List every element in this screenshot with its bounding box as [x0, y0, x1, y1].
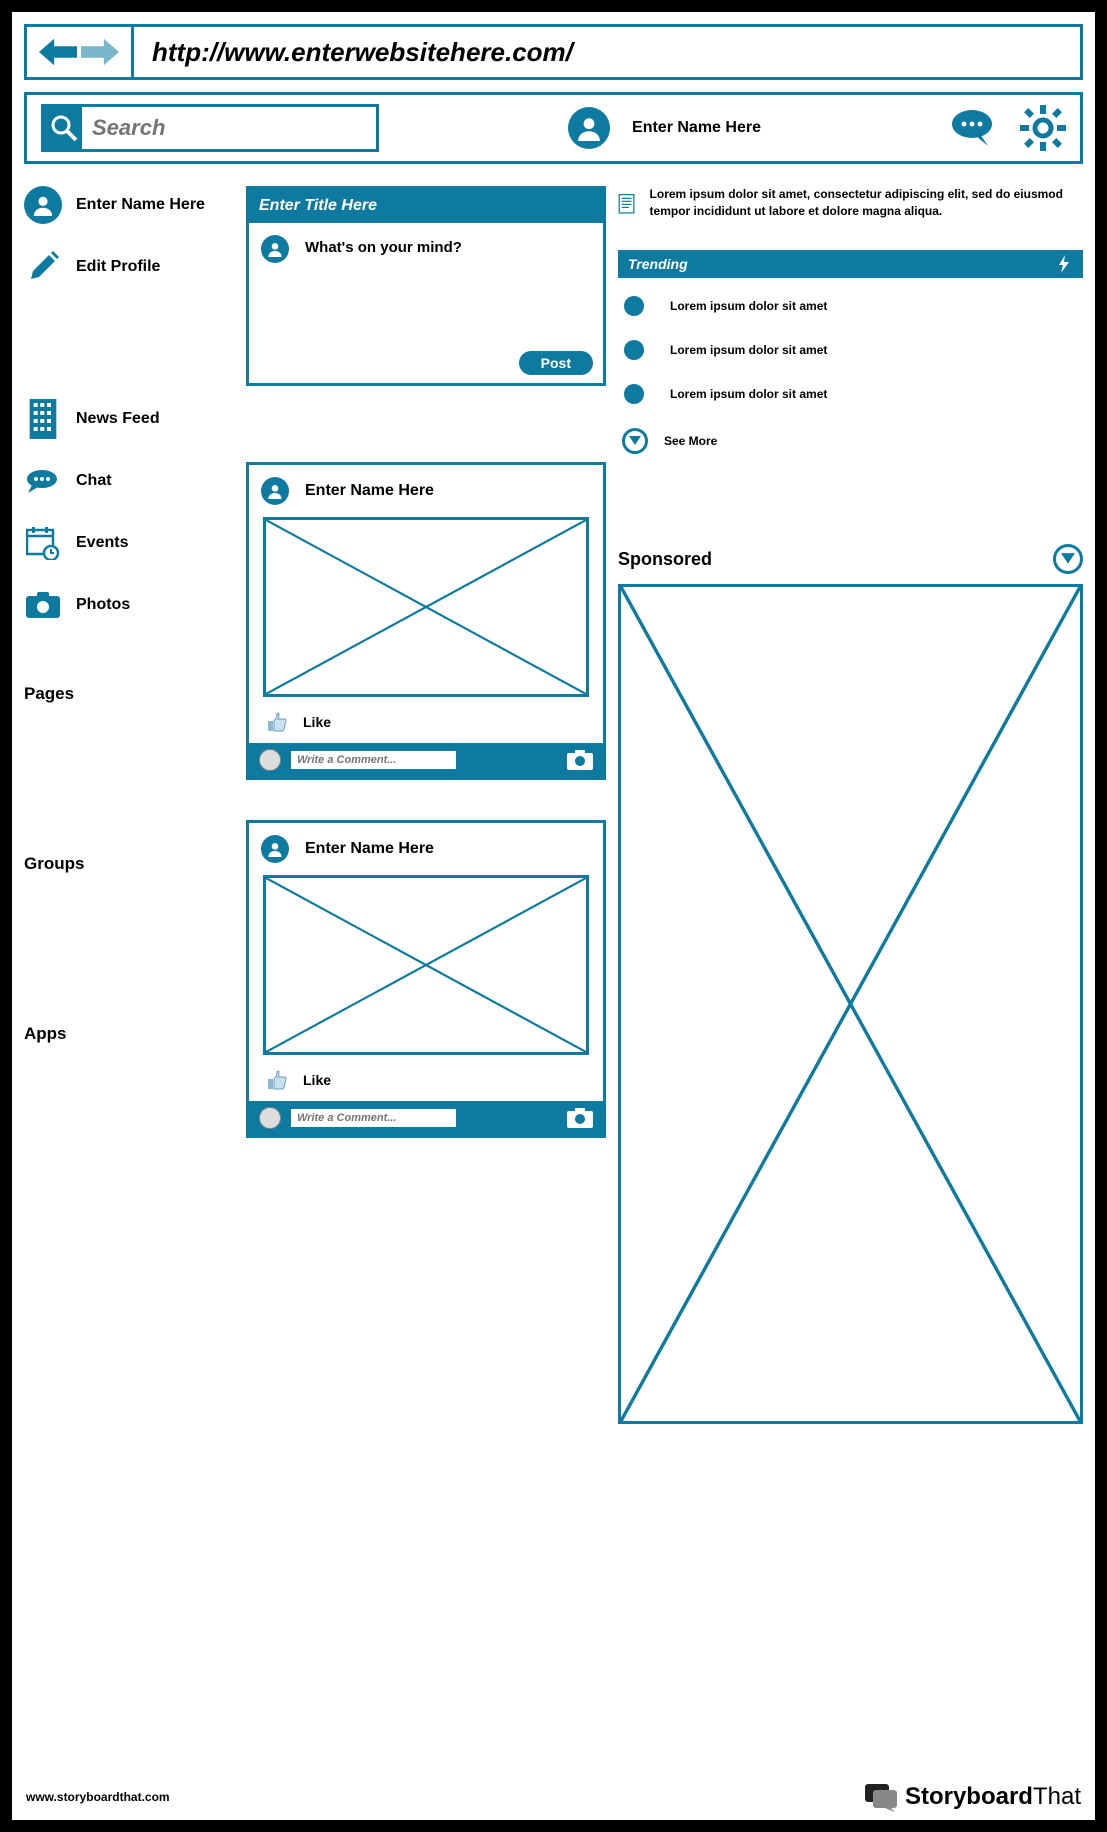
sidebar-newsfeed[interactable]: News Feed: [24, 400, 234, 438]
calendar-icon: [24, 524, 62, 562]
search-icon[interactable]: [49, 113, 79, 143]
compose-avatar-icon: [261, 235, 289, 263]
building-icon: [24, 400, 62, 438]
compose-placeholder[interactable]: What's on your mind?: [305, 239, 462, 256]
dot-icon: [624, 384, 644, 404]
comment-avatar-icon: [259, 749, 281, 771]
comment-input[interactable]: [291, 1109, 456, 1127]
trending-item[interactable]: Lorem ipsum dolor sit amet: [618, 384, 1083, 404]
url-bar: http://www.enterwebsitehere.com/: [24, 24, 1083, 80]
post-author[interactable]: Enter Name Here: [305, 482, 434, 500]
post-button[interactable]: Post: [519, 351, 593, 375]
messages-icon[interactable]: [950, 108, 998, 148]
back-arrow-icon[interactable]: [39, 38, 77, 66]
document-icon: [618, 186, 638, 224]
nav-arrows: [27, 27, 134, 77]
comment-input[interactable]: [291, 751, 456, 769]
sponsored-toggle-icon[interactable]: [1053, 544, 1083, 574]
right-column: Lorem ipsum dolor sit amet, consectetur …: [618, 176, 1083, 1424]
thumbs-up-icon: [267, 1069, 289, 1091]
settings-gear-icon[interactable]: [1020, 105, 1066, 151]
sidebar-section-pages[interactable]: Pages: [24, 684, 234, 704]
trending-header: Trending: [618, 250, 1083, 278]
chat-icon: [24, 462, 62, 500]
camera-attach-icon[interactable]: [567, 750, 593, 770]
search-wrap: [41, 104, 379, 152]
sidebar-photos[interactable]: Photos: [24, 586, 234, 624]
trending-item[interactable]: Lorem ipsum dolor sit amet: [618, 340, 1083, 360]
sidebar-section-groups[interactable]: Groups: [24, 854, 234, 874]
camera-icon: [24, 586, 62, 624]
sidebar-name: Enter Name Here: [76, 196, 205, 214]
sidebar: Enter Name Here Edit Profile News Feed C: [24, 176, 234, 1424]
top-bar: Enter Name Here: [24, 92, 1083, 164]
top-name[interactable]: Enter Name Here: [632, 119, 761, 137]
sponsored-image-placeholder: [618, 584, 1083, 1424]
dot-icon: [624, 296, 644, 316]
feed-column: Enter Title Here What's on your mind? Po…: [246, 176, 606, 1424]
like-button[interactable]: Like: [249, 1065, 603, 1101]
sponsored-title: Sponsored: [618, 549, 712, 570]
dot-icon: [624, 340, 644, 360]
search-input[interactable]: [79, 104, 379, 152]
camera-attach-icon[interactable]: [567, 1108, 593, 1128]
footer-url[interactable]: www.storyboardthat.com: [26, 1790, 170, 1804]
forward-arrow-icon[interactable]: [81, 38, 119, 66]
url-text[interactable]: http://www.enterwebsitehere.com/: [134, 37, 573, 68]
sidebar-section-apps[interactable]: Apps: [24, 1024, 234, 1044]
top-avatar-icon[interactable]: [568, 107, 610, 149]
post-avatar-icon[interactable]: [261, 835, 289, 863]
pencil-icon: [24, 248, 62, 286]
trending-item[interactable]: Lorem ipsum dolor sit amet: [618, 296, 1083, 316]
lightning-icon: [1055, 255, 1073, 273]
post-image-placeholder: [263, 875, 589, 1055]
post-avatar-icon[interactable]: [261, 477, 289, 505]
chevron-down-icon: [622, 428, 648, 454]
compose-title: Enter Title Here: [249, 189, 603, 223]
post-author[interactable]: Enter Name Here: [305, 840, 434, 858]
footer-brand[interactable]: StoryboardThat: [865, 1782, 1081, 1812]
comment-avatar-icon: [259, 1107, 281, 1129]
comment-bar: [249, 743, 603, 777]
compose-box: Enter Title Here What's on your mind? Po…: [246, 186, 606, 386]
footer: www.storyboardthat.com StoryboardThat: [26, 1782, 1081, 1812]
brand-logo-icon: [865, 1782, 899, 1812]
sidebar-events[interactable]: Events: [24, 524, 234, 562]
info-block: Lorem ipsum dolor sit amet, consectetur …: [618, 186, 1083, 224]
sidebar-edit-profile[interactable]: Edit Profile: [24, 248, 234, 286]
sidebar-chat[interactable]: Chat: [24, 462, 234, 500]
post-image-placeholder: [263, 517, 589, 697]
see-more-link[interactable]: See More: [618, 428, 1083, 454]
sidebar-profile[interactable]: Enter Name Here: [24, 186, 234, 224]
profile-avatar-icon: [24, 186, 62, 224]
thumbs-up-icon: [267, 711, 289, 733]
feed-post-1: Enter Name Here Like: [246, 462, 606, 780]
info-text: Lorem ipsum dolor sit amet, consectetur …: [650, 186, 1083, 224]
like-button[interactable]: Like: [249, 707, 603, 743]
comment-bar: [249, 1101, 603, 1135]
feed-post-2: Enter Name Here Like: [246, 820, 606, 1138]
